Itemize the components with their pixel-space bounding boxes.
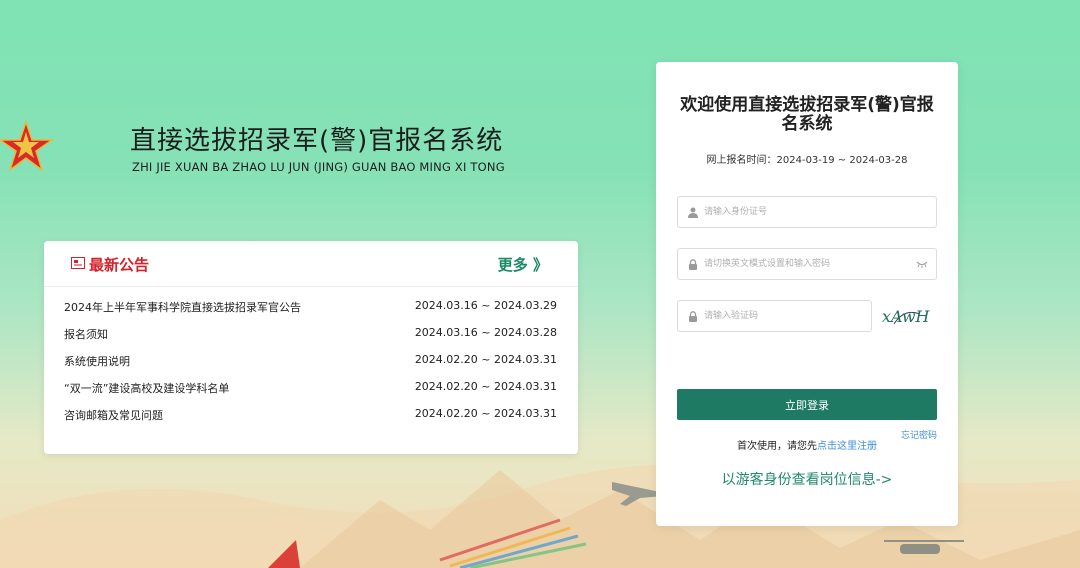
user-icon <box>688 207 698 218</box>
helicopter-icon <box>884 540 964 554</box>
notice-item[interactable]: 2024年上半年军事科学院直接选拔招录军官公告 2024.03.16 ~ 202… <box>44 293 578 320</box>
notice-item-date: 2024.03.16 ~ 2024.03.28 <box>414 326 557 339</box>
red-star-logo <box>0 119 55 173</box>
register-prompt: 首次使用，请您先点击这里注册 <box>656 437 958 452</box>
login-button[interactable]: 立即登录 <box>677 389 937 420</box>
password-field[interactable] <box>677 248 937 280</box>
notice-title: 最新公告 <box>89 256 150 274</box>
lock-icon <box>689 311 697 322</box>
id-number-input[interactable] <box>704 197 914 227</box>
eye-closed-icon[interactable] <box>916 259 928 269</box>
brand-header: 直接选拔招录军(警)官报名系统 ZHI JIE XUAN BA ZHAO LU … <box>0 112 560 182</box>
captcha-image[interactable]: xAwH <box>880 302 932 330</box>
announcement-icon <box>71 257 85 269</box>
login-title: 欢迎使用直接选拔招录军(警)官报名系统 <box>680 95 934 134</box>
system-title: 直接选拔招录军(警)官报名系统 <box>130 126 504 156</box>
captcha-field[interactable] <box>677 300 914 332</box>
notice-item-title[interactable]: 2024年上半年军事科学院直接选拔招录军官公告 <box>64 299 301 315</box>
notice-header: 最新公告 更多 》 <box>44 241 578 287</box>
notice-item-title[interactable]: 报名须知 <box>64 326 108 342</box>
login-panel: 欢迎使用直接选拔招录军(警)官报名系统 网上报名时间：2024-03-19 ~ … <box>656 62 958 526</box>
lock-icon <box>689 259 697 270</box>
notice-item-date: 2024.02.20 ~ 2024.03.31 <box>414 407 557 420</box>
notice-item-date: 2024.02.20 ~ 2024.03.31 <box>414 380 557 393</box>
more-notices-link[interactable]: 更多 》 <box>498 254 548 275</box>
notice-item-title[interactable]: 咨询邮箱及常见问题 <box>64 407 163 423</box>
notice-item-date: 2024.03.16 ~ 2024.03.29 <box>414 299 557 312</box>
notice-item[interactable]: 报名须知 2024.03.16 ~ 2024.03.28 <box>44 320 578 347</box>
notice-list: 2024年上半年军事科学院直接选拔招录军官公告 2024.03.16 ~ 202… <box>44 287 578 428</box>
notice-item-title[interactable]: 系统使用说明 <box>64 353 130 369</box>
register-link[interactable]: 点击这里注册 <box>817 441 877 452</box>
notice-item[interactable]: 系统使用说明 2024.02.20 ~ 2024.03.31 <box>44 347 578 374</box>
notice-item[interactable]: “双一流”建设高校及建设学科名单 2024.02.20 ~ 2024.03.31 <box>44 374 578 401</box>
notice-panel: 最新公告 更多 》 2024年上半年军事科学院直接选拔招录军官公告 2024.0… <box>44 241 578 454</box>
system-subtitle-pinyin: ZHI JIE XUAN BA ZHAO LU JUN (JING) GUAN … <box>132 160 505 174</box>
notice-item[interactable]: 咨询邮箱及常见问题 2024.02.20 ~ 2024.03.31 <box>44 401 578 428</box>
id-number-field[interactable] <box>677 196 937 228</box>
registration-period: 网上报名时间：2024-03-19 ~ 2024-03-28 <box>706 155 908 166</box>
password-input[interactable] <box>704 249 914 279</box>
register-prefix-text: 首次使用，请您先 <box>737 441 817 452</box>
captcha-text: xAwH <box>882 307 931 326</box>
notice-item-title[interactable]: “双一流”建设高校及建设学科名单 <box>64 380 229 396</box>
notice-item-date: 2024.02.20 ~ 2024.03.31 <box>414 353 557 366</box>
guest-view-positions-link[interactable]: 以游客身份查看岗位信息-> <box>656 469 958 489</box>
